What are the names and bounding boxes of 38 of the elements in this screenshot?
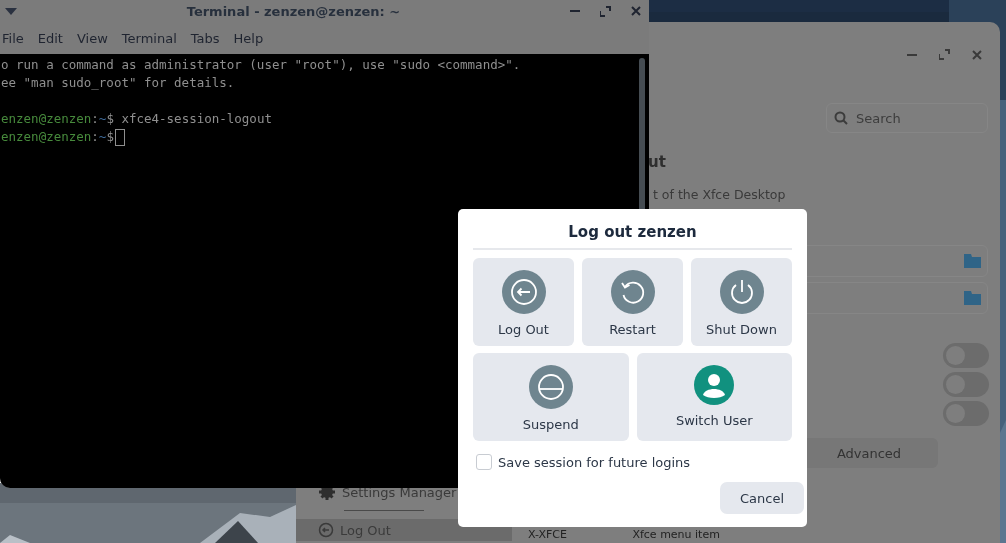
maximize-icon[interactable]	[939, 49, 950, 60]
restart-icon	[610, 270, 655, 314]
window-menu-icon[interactable]	[5, 7, 17, 15]
action-button[interactable]: Suspend	[473, 353, 629, 441]
menu-item[interactable]: Help	[233, 31, 264, 45]
folder-icon[interactable]	[964, 291, 981, 305]
search-icon	[834, 111, 848, 125]
terminal-line: enzen@zenzen:~$	[1, 128, 114, 146]
action-button[interactable]: Shut Down	[691, 258, 792, 346]
section-heading: ut	[648, 153, 666, 171]
action-button[interactable]: Log Out	[473, 258, 574, 346]
table-cell: X-XFCE	[528, 528, 567, 541]
search-field[interactable]: Search	[826, 103, 988, 133]
cancel-button[interactable]: Cancel	[720, 482, 804, 514]
menu-item[interactable]: Tabs	[190, 31, 220, 45]
action-button[interactable]: Restart	[582, 258, 683, 346]
window-title: Terminal - zenzen@zenzen: ~	[185, 3, 402, 19]
terminal-line: enzen@zenzen:~$ xfce4-session-logout	[1, 110, 272, 128]
save-session-checkbox[interactable]: Save session for future logins	[473, 454, 792, 470]
logout-icon	[501, 270, 546, 314]
section-description: t of the Xfce Desktop	[653, 187, 786, 202]
folder-icon[interactable]	[964, 254, 981, 268]
menu-item[interactable]: Edit	[37, 31, 63, 45]
menu-item[interactable]: File	[2, 31, 24, 45]
table-cell: Xfce menu item	[632, 528, 720, 541]
dialog-title: Log out zenzen	[473, 209, 792, 250]
terminal-line: ee "man sudo_root" for details.	[1, 74, 236, 92]
logout-icon	[318, 522, 334, 538]
menu-item[interactable]: View	[76, 31, 108, 45]
action-button[interactable]: Switch User	[636, 353, 792, 441]
close-icon[interactable]	[972, 49, 982, 60]
menu-item[interactable]: Terminal	[121, 31, 177, 45]
power-icon	[719, 270, 764, 314]
maximize-icon[interactable]	[600, 5, 611, 17]
suspend-icon	[528, 365, 573, 409]
terminal-line: o run a command as administrator (user "root"), use "sudo <command>".	[1, 56, 522, 74]
close-icon[interactable]	[631, 6, 641, 16]
user-icon	[694, 365, 735, 405]
